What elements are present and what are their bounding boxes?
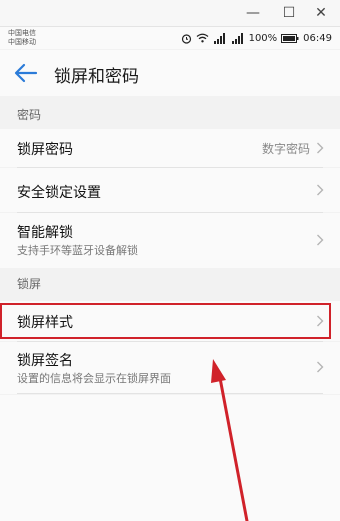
page-title: 锁屏和密码: [54, 67, 139, 87]
clock: 06:49: [303, 32, 332, 44]
alarm-icon: [181, 33, 191, 44]
signal-icon-1: [213, 32, 225, 44]
item-title: 锁屏签名: [17, 353, 73, 369]
minimize-icon: —: [246, 5, 260, 21]
carrier-2: 中国移动: [8, 38, 36, 46]
battery-percent: 100%: [248, 32, 278, 44]
chevron-right-icon: [317, 234, 324, 246]
status-bar: 中国电信 中国移动 100% 06:49: [0, 27, 340, 49]
settings-item-security-lock[interactable]: 安全锁定设置: [0, 168, 340, 212]
highlight-box: [0, 303, 331, 339]
item-title: 安全锁定设置: [17, 185, 101, 201]
back-arrow-icon[interactable]: [14, 63, 38, 83]
item-value: 数字密码: [261, 142, 310, 156]
wifi-icon: [196, 33, 208, 43]
settings-item-lock-signature[interactable]: 锁屏签名 设置的信息将会显示在锁屏界面: [0, 342, 340, 394]
divider: [17, 393, 323, 394]
chevron-right-icon: [317, 361, 324, 373]
minimize-button[interactable]: —: [242, 3, 264, 23]
signal-icon-2: [231, 32, 243, 44]
settings-item-lock-password[interactable]: 锁屏密码 数字密码: [0, 129, 340, 167]
maximize-button[interactable]: ☐: [278, 3, 300, 23]
chevron-right-icon: [317, 142, 324, 154]
carrier-1: 中国电信: [8, 29, 36, 37]
item-subtitle: 设置的信息将会显示在锁屏界面: [17, 372, 171, 385]
settings-item-smart-unlock[interactable]: 智能解锁 支持手环等蓝牙设备解锁: [0, 213, 340, 268]
app-bar: 锁屏和密码: [0, 50, 340, 96]
maximize-icon: ☐: [282, 5, 296, 21]
empty-area: [0, 395, 340, 521]
item-title: 锁屏密码: [17, 142, 73, 158]
battery-icon: [281, 33, 299, 43]
item-subtitle: 支持手环等蓝牙设备解锁: [17, 244, 138, 257]
chevron-right-icon: [317, 184, 324, 196]
window-title-bar: — ☐ ✕: [0, 0, 340, 27]
item-title: 智能解锁: [17, 225, 73, 241]
section-header-lock-screen: 锁屏: [0, 270, 340, 298]
close-icon: ✕: [315, 5, 327, 21]
close-button[interactable]: ✕: [310, 3, 332, 23]
status-icons: 100% 06:49: [181, 31, 332, 45]
section-header-password: 密码: [0, 101, 340, 129]
